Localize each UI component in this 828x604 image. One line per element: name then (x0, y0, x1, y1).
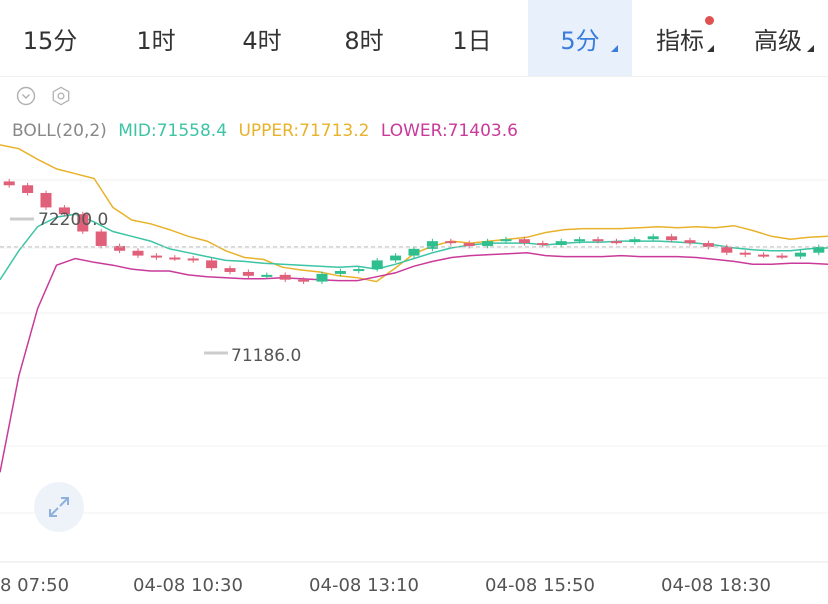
candle-body (3, 181, 15, 186)
high-annotation: 72200.0 (38, 210, 108, 230)
candle-body (242, 271, 254, 276)
candle-body (426, 241, 438, 249)
candle-body (279, 274, 291, 280)
candle-body (95, 231, 107, 246)
x-axis-label: 04-08 18:30 (661, 575, 771, 596)
candle-body (739, 252, 751, 255)
upper-band-line (0, 144, 828, 283)
candle-body (40, 192, 52, 208)
candle-body (684, 240, 696, 244)
candle-body (390, 255, 402, 261)
candle-body (150, 255, 162, 258)
candle-body (132, 250, 144, 256)
candle-body (445, 241, 457, 244)
candle-body (555, 241, 567, 245)
candle-body (702, 243, 714, 247)
candle-body (629, 239, 641, 243)
candle-body (482, 241, 494, 246)
candle-body (537, 243, 549, 246)
lower-band-line (0, 251, 828, 473)
candle-body (316, 273, 328, 282)
x-axis-label: 04-08 13:10 (309, 575, 419, 596)
x-axis-label: 8 07:50 (0, 575, 69, 596)
candle-body (721, 246, 733, 253)
candle-body (261, 274, 273, 277)
candle-body (169, 257, 181, 260)
candle-body (647, 236, 659, 240)
candle-body (408, 248, 420, 256)
candle-body (224, 268, 236, 272)
candle-body (666, 236, 678, 241)
candle-body (518, 239, 530, 244)
candle-body (206, 260, 218, 269)
candle-body (776, 255, 788, 258)
candle-body (758, 254, 770, 257)
candle-body (187, 258, 199, 261)
candle-body (813, 246, 825, 253)
candle-body (298, 279, 310, 282)
candle-body (334, 271, 346, 274)
candle-body (574, 239, 586, 242)
expand-arrows-icon (49, 497, 69, 517)
candle-body (353, 269, 365, 272)
expand-button[interactable] (34, 482, 84, 532)
candle-body (22, 185, 34, 193)
candle-body (371, 260, 383, 270)
x-axis-label: 04-08 10:30 (133, 575, 243, 596)
x-axis-label: 04-08 15:50 (485, 575, 595, 596)
candle-body (463, 243, 475, 246)
candle-body (500, 239, 512, 242)
candlestick-chart: 8 07:50 04-08 10:30 04-08 13:10 04-08 15:50… (0, 144, 828, 596)
candle-body (794, 252, 806, 257)
candle-body (592, 239, 604, 242)
low-annotation: 71186.0 (231, 346, 301, 366)
candle-body (610, 241, 622, 244)
